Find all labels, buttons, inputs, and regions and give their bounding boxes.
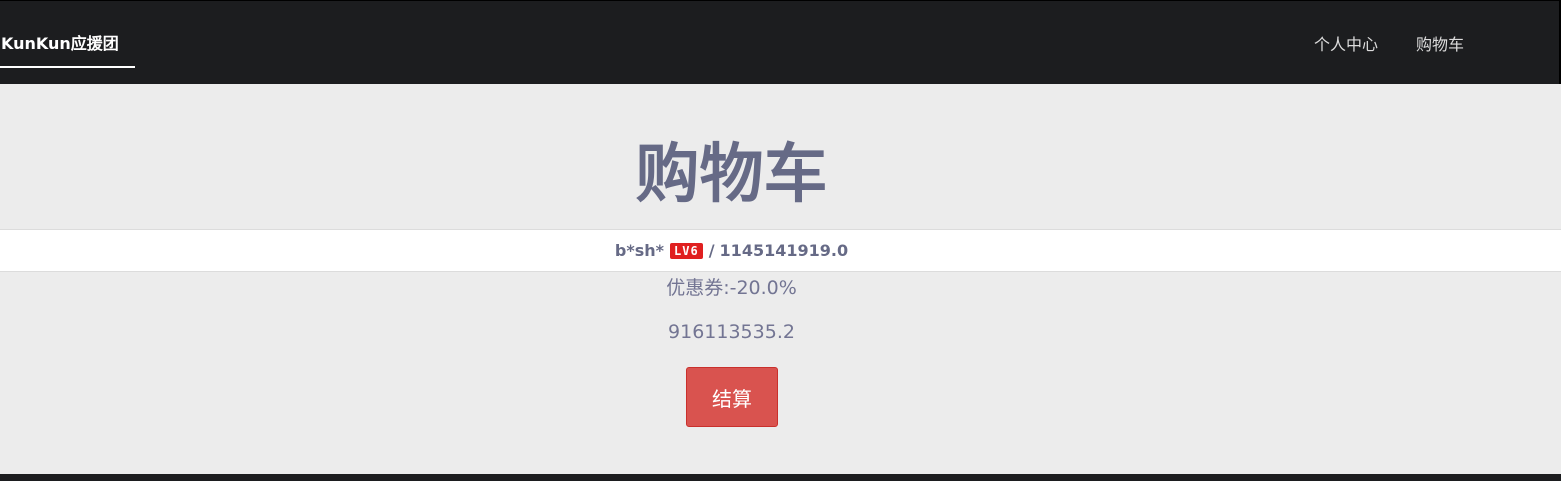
username: b*sh* bbox=[614, 241, 665, 260]
user-info-bar: b*sh* LV6 / 1145141919.0 bbox=[0, 229, 1561, 272]
nav-links: 个人中心 购物车 bbox=[1276, 1, 1464, 85]
nav-link-cart[interactable]: 购物车 bbox=[1416, 31, 1464, 55]
page-title: 购物车 bbox=[635, 138, 828, 212]
top-navbar: KunKun应援团 个人中心 购物车 bbox=[0, 0, 1561, 84]
brand-label: KunKun应援团 bbox=[1, 34, 119, 53]
separator: / bbox=[708, 241, 715, 260]
total-amount: 916113535.2 bbox=[668, 321, 795, 343]
coupon-text: 优惠券:-20.0% bbox=[666, 277, 797, 299]
balance: 1145141919.0 bbox=[719, 241, 849, 260]
nav-link-profile[interactable]: 个人中心 bbox=[1314, 31, 1378, 55]
footer-bar bbox=[0, 474, 1561, 481]
level-badge: LV6 bbox=[670, 242, 703, 259]
checkout-button[interactable]: 结算 bbox=[686, 367, 778, 427]
brand-link[interactable]: KunKun应援团 bbox=[0, 1, 135, 68]
